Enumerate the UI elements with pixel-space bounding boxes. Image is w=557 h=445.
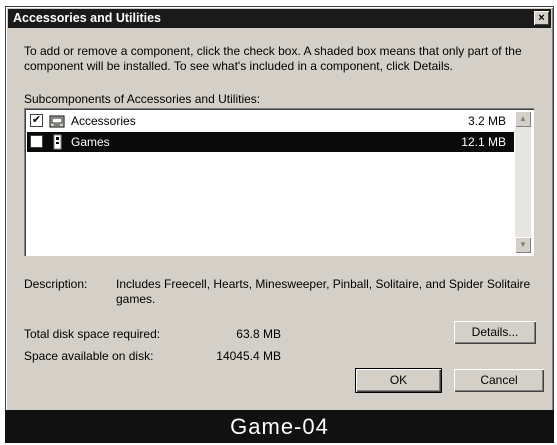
subcomponents-label: Subcomponents of Accessories and Utiliti… — [24, 92, 261, 106]
components-list[interactable]: ✔ Accessories 3.2 MB Games 12.1 MB ▲ ▼ — [24, 108, 534, 256]
close-button[interactable]: × — [534, 11, 549, 25]
dialog-title: Accessories and Utilities — [13, 11, 161, 25]
scroll-down-button[interactable]: ▼ — [515, 237, 531, 253]
accessories-size: 3.2 MB — [467, 114, 506, 128]
accessories-name: Accessories — [71, 114, 136, 128]
accessories-icon — [49, 115, 65, 128]
games-name: Games — [71, 135, 110, 149]
required-space-value: 63.8 MB — [236, 327, 281, 341]
list-scrollbar[interactable]: ▲ ▼ — [515, 111, 531, 253]
caption-bar: Game-04 — [5, 410, 554, 443]
list-item-accessories[interactable]: ✔ Accessories 3.2 MB — [27, 111, 514, 131]
accessories-dialog: Accessories and Utilities × To add or re… — [5, 6, 554, 412]
accessories-checkbox[interactable]: ✔ — [30, 114, 43, 127]
intro-text: To add or remove a component, click the … — [24, 44, 522, 73]
details-button[interactable]: Details... — [454, 321, 536, 344]
description-text: Includes Freecell, Hearts, Minesweeper, … — [116, 277, 531, 306]
list-item-games[interactable]: Games 12.1 MB — [27, 132, 514, 152]
cancel-button[interactable]: Cancel — [454, 369, 544, 392]
available-space-label: Space available on disk: — [24, 349, 154, 363]
ok-button[interactable]: OK — [355, 368, 442, 393]
title-bar[interactable]: Accessories and Utilities × — [8, 9, 551, 28]
available-space-value: 14045.4 MB — [216, 349, 281, 363]
description-label: Description: — [24, 277, 88, 291]
games-icon — [53, 134, 62, 150]
games-size: 12.1 MB — [461, 135, 506, 149]
scroll-up-button[interactable]: ▲ — [515, 111, 531, 127]
games-checkbox[interactable] — [30, 135, 43, 148]
required-space-label: Total disk space required: — [24, 327, 161, 341]
